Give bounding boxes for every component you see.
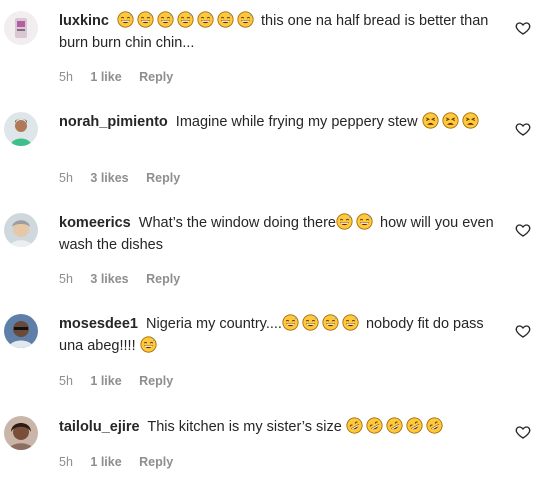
avatar[interactable] xyxy=(4,213,38,247)
comment-time: 5h xyxy=(59,272,73,286)
avatar-image xyxy=(4,314,38,348)
comment-time: 5h xyxy=(59,70,73,84)
rofl-emoji-icon xyxy=(346,417,363,434)
comment-username[interactable]: luxkinc xyxy=(59,13,109,29)
grinning-sweat-emoji-icon xyxy=(217,11,234,28)
comment-body: Nigeria my country.... xyxy=(146,316,282,332)
comment-time: 5h xyxy=(59,171,73,185)
emoji-group xyxy=(422,112,482,130)
comment-username[interactable]: mosesdee1 xyxy=(59,316,138,332)
comment-text: norah_pimiento Imagine while frying my p… xyxy=(59,111,499,133)
emoji-group xyxy=(346,417,446,435)
weary-face-emoji-icon xyxy=(442,112,459,129)
comment-body: Imagine while frying my peppery stew xyxy=(175,114,418,130)
reply-button[interactable]: Reply xyxy=(146,171,180,185)
comment-body: What’s the window doing there xyxy=(138,215,336,231)
rofl-emoji-icon xyxy=(426,417,443,434)
avatar[interactable] xyxy=(4,416,38,450)
avatar-image xyxy=(4,112,38,146)
comment-meta: 5h 1 like Reply xyxy=(59,373,187,389)
reply-button[interactable]: Reply xyxy=(146,272,180,286)
comment-body: This kitchen is my sister’s size xyxy=(147,419,342,435)
comment-meta: 5h 3 likes Reply xyxy=(59,170,194,186)
grinning-sweat-emoji-icon xyxy=(177,11,194,28)
avatar-image xyxy=(4,11,38,45)
reply-button[interactable]: Reply xyxy=(139,70,173,84)
avatar[interactable] xyxy=(4,112,38,146)
grinning-sweat-emoji-icon xyxy=(157,11,174,28)
grinning-sweat-emoji-icon xyxy=(336,213,353,230)
grinning-sweat-emoji-icon xyxy=(197,11,214,28)
comment-time: 5h xyxy=(59,455,73,469)
comment-username[interactable]: norah_pimiento xyxy=(59,114,168,130)
rofl-emoji-icon xyxy=(366,417,383,434)
likes-count[interactable]: 1 like xyxy=(90,70,121,84)
emoji-group xyxy=(140,336,160,354)
emoji-group xyxy=(336,213,376,231)
comment-text: komeerics What’s the window doing there … xyxy=(59,212,499,256)
likes-count[interactable]: 3 likes xyxy=(90,171,128,185)
weary-face-emoji-icon xyxy=(422,112,439,129)
comment-meta: 5h 1 like Reply xyxy=(59,69,187,85)
likes-count[interactable]: 1 like xyxy=(90,455,121,469)
rofl-emoji-icon xyxy=(386,417,403,434)
likes-count[interactable]: 1 like xyxy=(90,374,121,388)
like-heart-icon[interactable] xyxy=(515,323,531,339)
avatar-image xyxy=(4,416,38,450)
comment-text: tailolu_ejire This kitchen is my sister’… xyxy=(59,416,499,438)
comment-meta: 5h 1 like Reply xyxy=(59,454,187,470)
grinning-sweat-emoji-icon xyxy=(282,314,299,331)
grinning-sweat-emoji-icon xyxy=(356,213,373,230)
comment-text: luxkinc this one na half bread is better… xyxy=(59,10,499,54)
grinning-sweat-emoji-icon xyxy=(322,314,339,331)
weary-face-emoji-icon xyxy=(462,112,479,129)
comment-text: mosesdee1 Nigeria my country.... nobody … xyxy=(59,313,499,357)
reply-button[interactable]: Reply xyxy=(139,455,173,469)
grinning-sweat-emoji-icon xyxy=(342,314,359,331)
like-heart-icon[interactable] xyxy=(515,20,531,36)
likes-count[interactable]: 3 likes xyxy=(90,272,128,286)
rofl-emoji-icon xyxy=(406,417,423,434)
emoji-group xyxy=(117,11,257,29)
avatar-image xyxy=(4,213,38,247)
emoji-group xyxy=(282,314,362,332)
grinning-sweat-emoji-icon xyxy=(117,11,134,28)
comment-username[interactable]: komeerics xyxy=(59,215,131,231)
like-heart-icon[interactable] xyxy=(515,424,531,440)
like-heart-icon[interactable] xyxy=(515,222,531,238)
grinning-sweat-emoji-icon xyxy=(137,11,154,28)
reply-button[interactable]: Reply xyxy=(139,374,173,388)
grinning-sweat-emoji-icon xyxy=(302,314,319,331)
comment-time: 5h xyxy=(59,374,73,388)
avatar[interactable] xyxy=(4,314,38,348)
grinning-sweat-emoji-icon xyxy=(237,11,254,28)
avatar[interactable] xyxy=(4,11,38,45)
comment-meta: 5h 3 likes Reply xyxy=(59,271,194,287)
comment-username[interactable]: tailolu_ejire xyxy=(59,419,140,435)
like-heart-icon[interactable] xyxy=(515,121,531,137)
grinning-sweat-emoji-icon xyxy=(140,336,157,353)
